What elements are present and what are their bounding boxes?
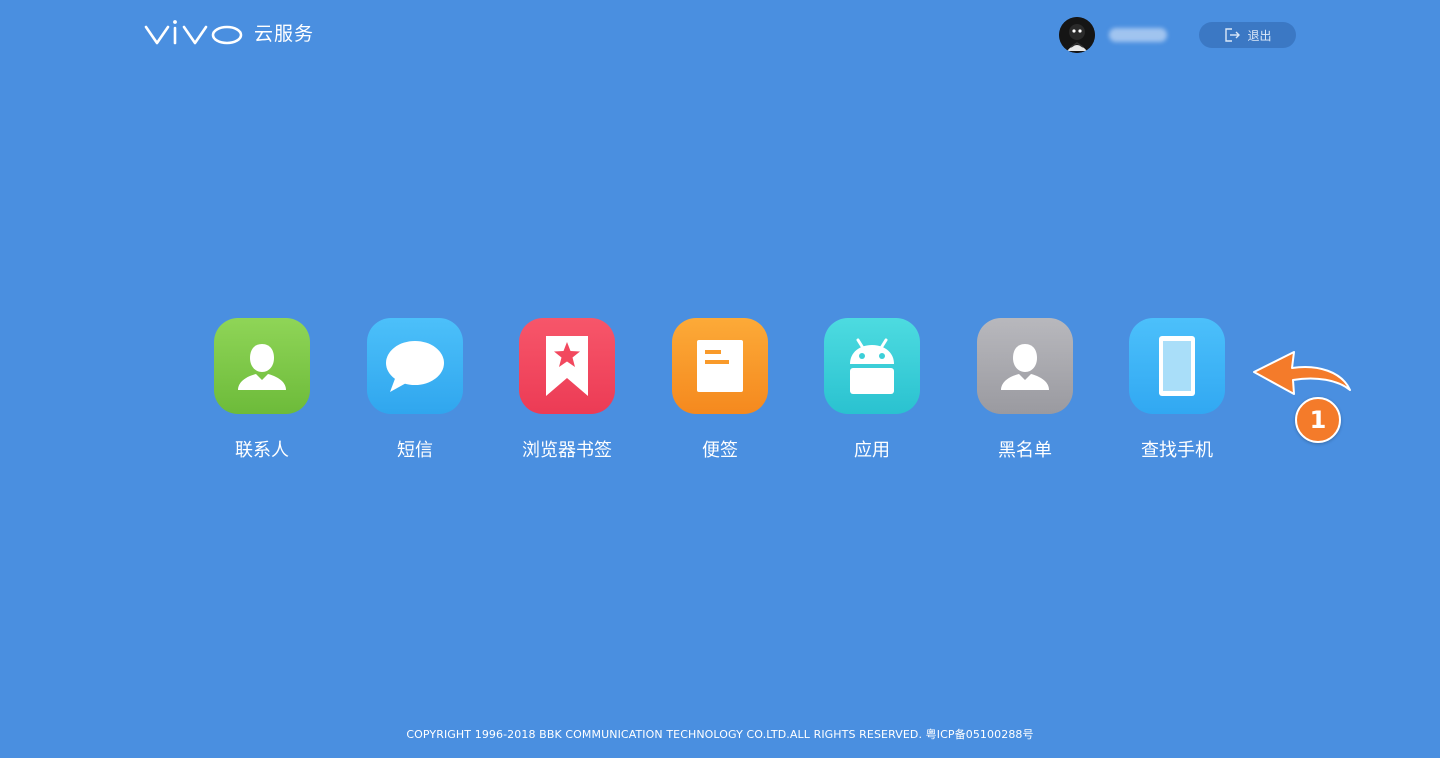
contact-person-icon: [238, 344, 286, 390]
app-icon-tile: [214, 318, 310, 414]
app-notes[interactable]: 便签: [650, 318, 790, 462]
bookmark-star-icon: [546, 336, 588, 396]
blocked-person-icon: [1001, 344, 1049, 390]
annotation-arrow-icon: [1253, 351, 1351, 395]
app-find-phone[interactable]: 查找手机: [1107, 318, 1247, 462]
chat-bubble-icon: [386, 341, 444, 392]
app-icon-tile: [367, 318, 463, 414]
brand-title: 云服务: [254, 22, 315, 45]
app-label: 浏览器书签: [522, 440, 612, 461]
app-label: 联系人: [235, 440, 289, 461]
android-robot-icon: [850, 338, 894, 394]
vivo-logo-icon: [144, 20, 243, 45]
app-label: 便签: [702, 440, 738, 461]
app-label: 黑名单: [998, 440, 1052, 461]
annotation-badge: 1: [1295, 397, 1341, 443]
brand[interactable]: 云服务: [144, 18, 314, 46]
app-icon-tile: [977, 318, 1073, 414]
logout-button[interactable]: 退出: [1199, 22, 1296, 48]
user-area: 退出: [1059, 17, 1296, 53]
app-icon-tile: [519, 318, 615, 414]
note-icon: [697, 340, 743, 392]
avatar-image-icon: [1059, 17, 1095, 53]
phone-icon: [1159, 336, 1195, 396]
app-icon-tile: [672, 318, 768, 414]
app-contacts[interactable]: 联系人: [192, 318, 332, 462]
logout-icon: [1225, 28, 1241, 42]
app-label: 短信: [397, 440, 433, 461]
app-blacklist[interactable]: 黑名单: [955, 318, 1095, 462]
app-grid: 联系人 短信 浏览器书签 便签 应用 黑名单 查找手机: [0, 318, 1440, 468]
username-blurred: [1109, 28, 1167, 42]
page: 云服务 退出 联系人 短信 浏览器书签 便签 应用 黑名单 查找手机 1 COP…: [0, 0, 1440, 758]
app-label: 应用: [854, 440, 890, 461]
logout-label: 退出: [1247, 28, 1272, 43]
app-icon-tile: [1129, 318, 1225, 414]
app-applications[interactable]: 应用: [802, 318, 942, 462]
app-label: 查找手机: [1141, 440, 1213, 461]
app-bookmarks[interactable]: 浏览器书签: [497, 318, 637, 462]
app-sms[interactable]: 短信: [345, 318, 485, 462]
footer-copyright: COPYRIGHT 1996-2018 BBK COMMUNICATION TE…: [406, 728, 1034, 741]
user-avatar[interactable]: [1059, 17, 1095, 53]
app-icon-tile: [824, 318, 920, 414]
